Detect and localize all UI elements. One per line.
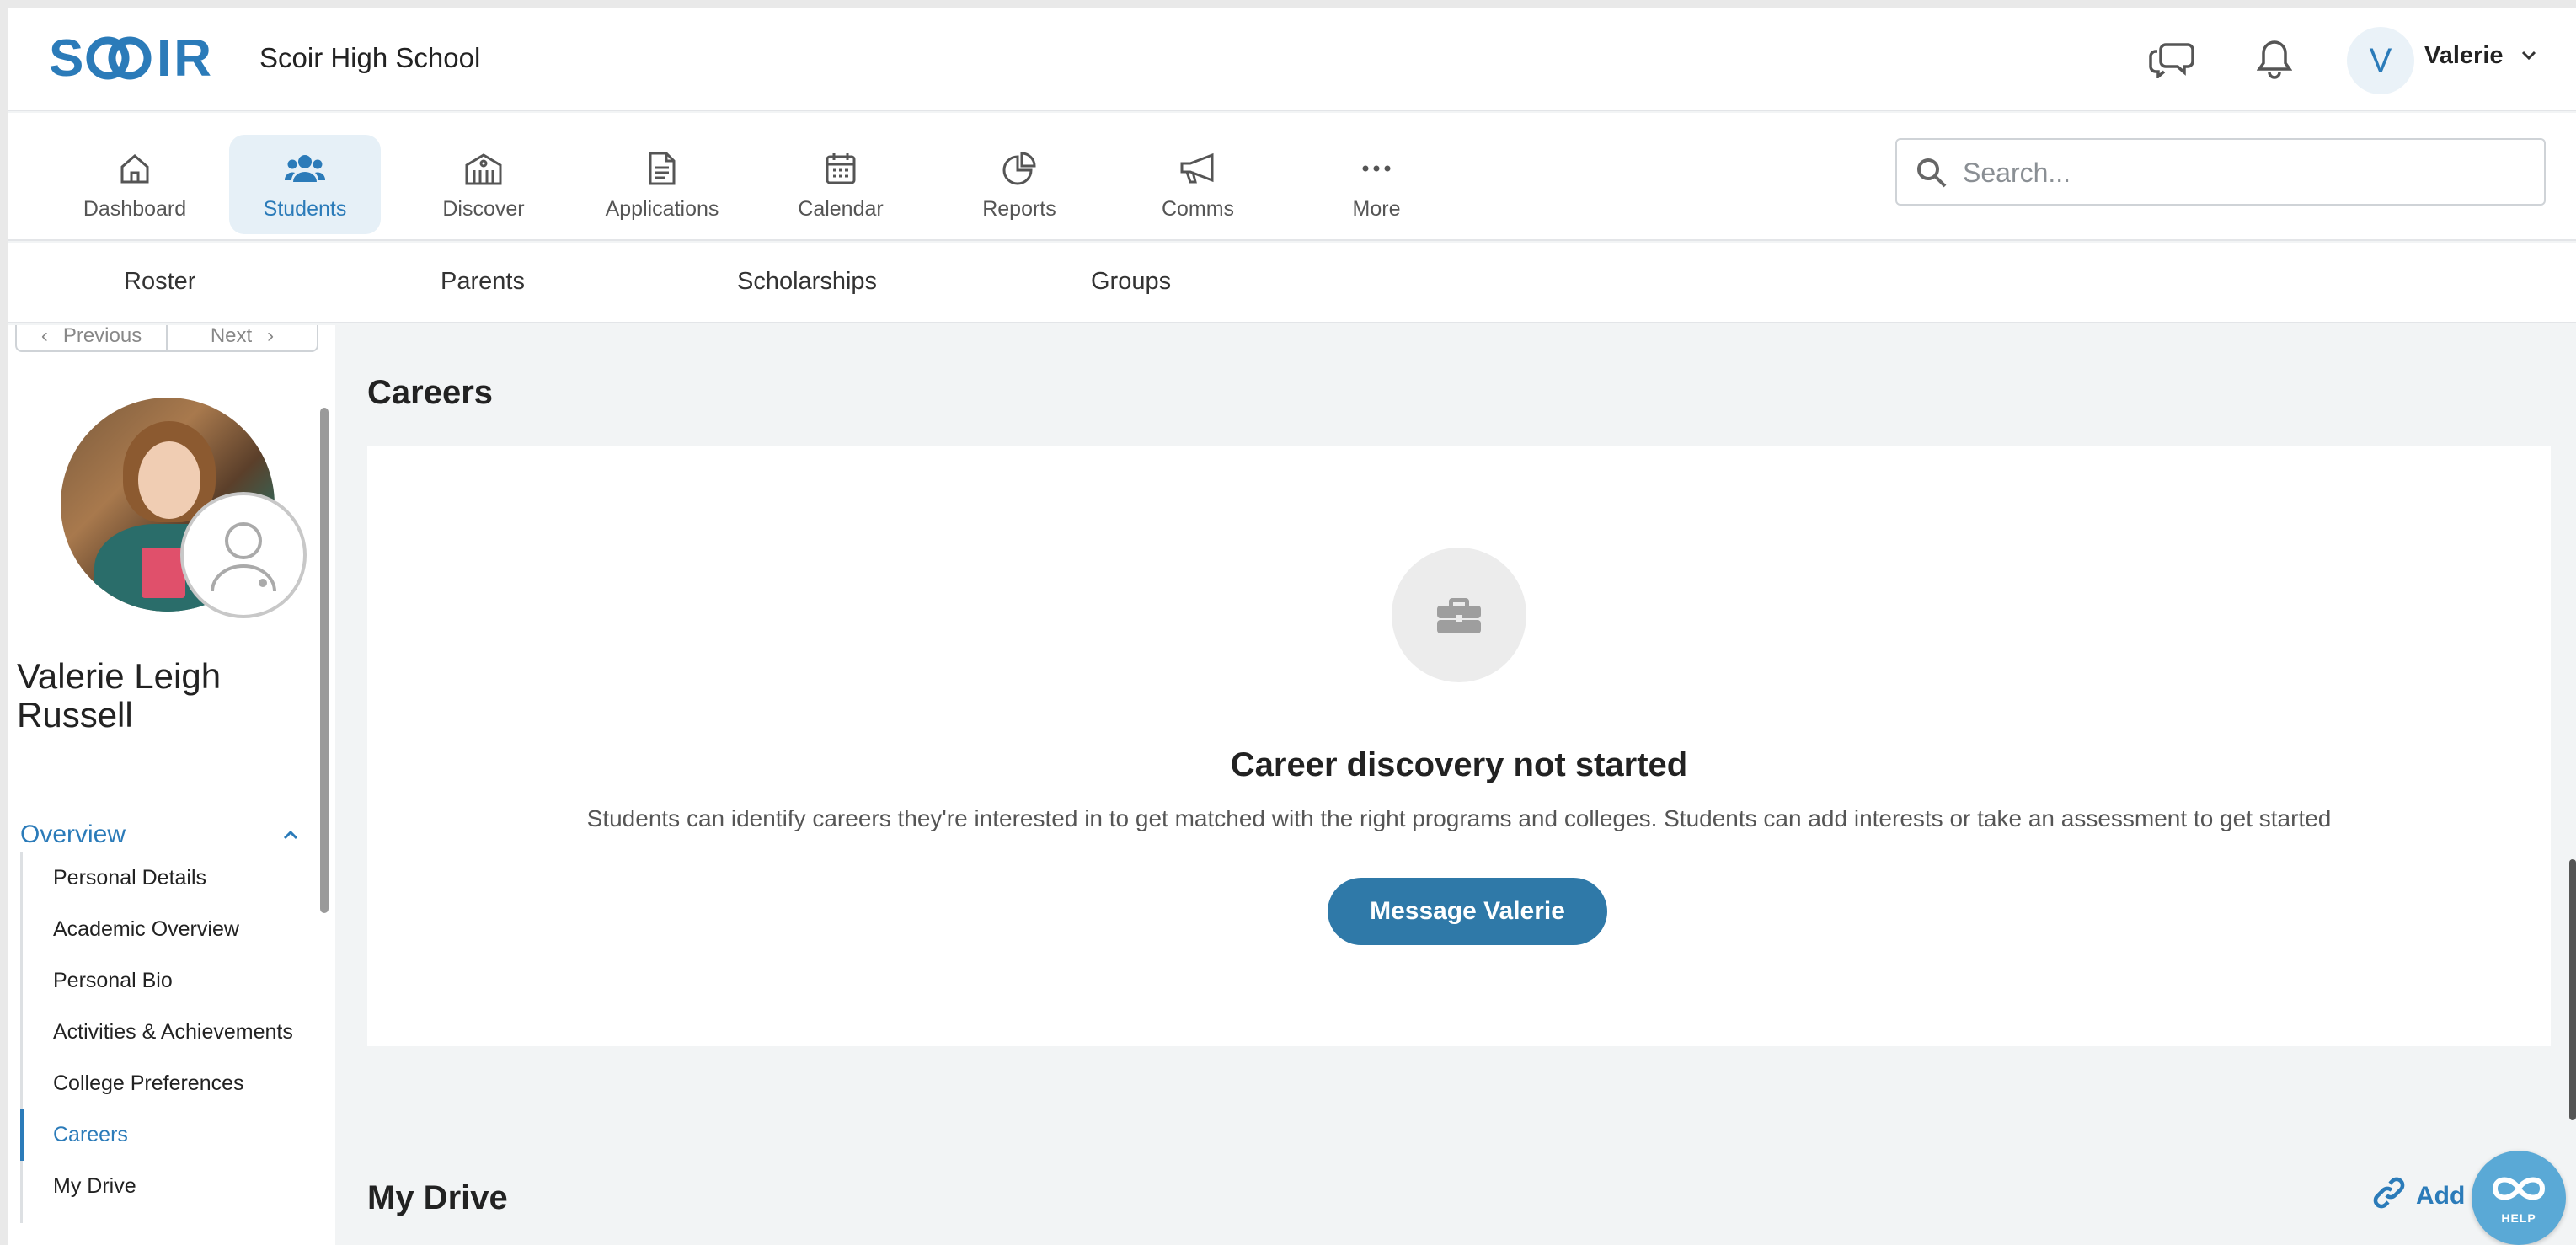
chevron-up-icon[interactable] (281, 826, 300, 848)
bell-icon[interactable] (2249, 34, 2300, 84)
nav-students[interactable]: Students (229, 135, 381, 234)
add-link-button[interactable]: Add a (2372, 1176, 2486, 1216)
overview-toggle[interactable]: Overview (20, 820, 315, 849)
nav-label: Students (263, 197, 347, 221)
chevron-down-icon[interactable] (2519, 45, 2539, 70)
svg-text:S: S (49, 32, 86, 83)
empty-state-title: Career discovery not started (1230, 746, 1688, 783)
careers-card: Career discovery not started Students ca… (367, 446, 2551, 1046)
my-drive-title: My Drive (367, 1179, 508, 1216)
document-icon (648, 150, 676, 187)
nav-label: Discover (442, 197, 525, 221)
sidebar-item-personal-details[interactable]: Personal Details (20, 852, 321, 904)
nav-comms[interactable]: Comms (1122, 135, 1274, 234)
nav-dashboard[interactable]: Dashboard (59, 135, 211, 234)
sidebar-item-activities[interactable]: Activities & Achievements (20, 1007, 321, 1058)
sidebar-item-academic-overview[interactable]: Academic Overview (20, 904, 321, 955)
overview-list: Personal Details Academic Overview Perso… (20, 852, 323, 1223)
subnav-scholarships[interactable]: Scholarships (737, 268, 877, 296)
student-sidebar: ‹ Previous Next › Valerie Leigh Russell … (8, 325, 335, 1245)
sidebar-item-personal-bio[interactable]: Personal Bio (20, 955, 321, 1007)
message-student-button[interactable]: Message Valerie (1328, 878, 1607, 945)
scoir-logo[interactable]: S IR (49, 29, 226, 86)
careers-title: Careers (367, 374, 494, 411)
infinity-icon (2488, 1172, 2549, 1210)
previous-label: Previous (62, 325, 142, 347)
subnav-parents[interactable]: Parents (441, 268, 525, 296)
nav-label: Comms (1161, 197, 1235, 221)
link-icon (2372, 1176, 2406, 1216)
search-input[interactable] (1963, 150, 2519, 195)
sidebar-item-my-drive[interactable]: My Drive (20, 1161, 321, 1212)
school-name: Scoir High School (259, 42, 481, 73)
nav-label: Calendar (798, 197, 884, 221)
previous-button[interactable]: ‹ Previous (17, 325, 166, 350)
app-window: S IR Scoir High School V Valerie Dashboa… (8, 8, 2576, 1245)
student-pager: ‹ Previous Next › (15, 325, 318, 352)
top-bar: S IR Scoir High School V Valerie (8, 8, 2576, 111)
nav-more[interactable]: More (1301, 135, 1452, 234)
nav-applications[interactable]: Applications (586, 135, 738, 234)
briefcase-icon (1392, 548, 1526, 682)
main-nav: Dashboard Students Discover Applications… (8, 113, 2576, 241)
pie-chart-icon (1002, 150, 1036, 187)
nav-reports[interactable]: Reports (943, 135, 1095, 234)
subnav-groups[interactable]: Groups (1091, 268, 1171, 296)
nav-label: Reports (982, 197, 1056, 221)
search-icon (1916, 157, 1948, 193)
chat-bubbles-icon[interactable] (2146, 34, 2197, 84)
next-label: Next (210, 325, 253, 347)
nav-calendar[interactable]: Calendar (765, 135, 917, 234)
sidebar-scrollbar[interactable] (320, 408, 329, 913)
user-name[interactable]: Valerie (2424, 42, 2504, 70)
help-label: HELP (2501, 1210, 2536, 1225)
page-scrollbar[interactable] (2569, 859, 2576, 1120)
chevron-right-icon: › (267, 325, 275, 347)
nav-label: More (1352, 197, 1401, 221)
nav-discover[interactable]: Discover (408, 135, 559, 234)
svg-text:IR: IR (157, 32, 214, 83)
users-icon (285, 150, 325, 187)
sidebar-item-careers[interactable]: Careers (20, 1109, 321, 1161)
help-button[interactable]: HELP (2472, 1151, 2566, 1245)
building-icon (464, 150, 503, 187)
megaphone-icon (1178, 150, 1217, 187)
chevron-left-icon: ‹ (40, 325, 48, 347)
calendar-icon (825, 150, 857, 187)
subnav-roster[interactable]: Roster (124, 268, 195, 296)
nav-label: Applications (605, 197, 719, 221)
sub-nav: Roster Parents Scholarships Groups (8, 243, 2576, 323)
student-name: Valerie Leigh Russell (17, 656, 222, 735)
profile-placeholder-icon[interactable] (180, 492, 307, 618)
sidebar-item-college-preferences[interactable]: College Preferences (20, 1058, 321, 1109)
nav-label: Dashboard (83, 197, 187, 221)
empty-state-description: Students can identify careers they're in… (586, 805, 2332, 831)
search-box[interactable] (1895, 138, 2546, 206)
user-avatar[interactable]: V (2347, 27, 2414, 94)
next-button[interactable]: Next › (166, 325, 317, 350)
ellipsis-icon (1361, 150, 1392, 187)
home-icon (118, 150, 152, 187)
